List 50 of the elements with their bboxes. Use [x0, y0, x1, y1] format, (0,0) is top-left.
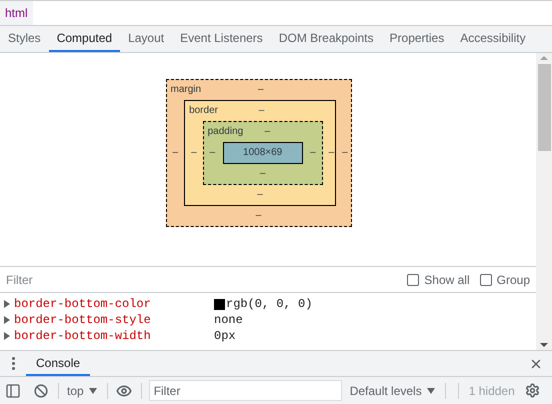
panel-tab[interactable]: Event Listeners	[172, 26, 271, 52]
checkbox-label: Show all	[424, 272, 470, 288]
content-size: 1008×69	[222, 142, 303, 164]
panel-tab[interactable]: Accessibility	[452, 26, 534, 52]
panel-tab[interactable]: Computed	[48, 26, 120, 52]
property-value: 0px	[214, 328, 236, 345]
color-swatch[interactable]	[214, 298, 225, 310]
property-name: border-bottom-style	[14, 312, 152, 329]
breadcrumb-item[interactable]: html	[0, 1, 33, 25]
box-value: –	[258, 168, 266, 178]
eye-icon[interactable]	[116, 382, 132, 398]
scrollbar-thumb[interactable]	[538, 64, 550, 151]
box-value: –	[341, 148, 349, 158]
box-value: –	[258, 106, 266, 116]
box-label: border	[188, 106, 218, 116]
context-dropdown[interactable]: top	[67, 382, 97, 400]
box-value: –	[172, 148, 180, 158]
box-value: –	[309, 148, 317, 158]
caret-icon	[426, 388, 435, 394]
property-name: border-bottom-color	[14, 296, 152, 313]
filter-checkbox[interactable]: Group	[480, 270, 530, 288]
panel-tab[interactable]: DOM Breakpoints	[270, 26, 382, 52]
settings-icon[interactable]	[524, 383, 540, 398]
checkbox-label: Group	[496, 272, 530, 288]
hidden-count: 1 hidden	[468, 382, 515, 400]
property-value: rgb(0, 0, 0)	[226, 296, 312, 313]
panel-tab[interactable]: Properties	[382, 26, 452, 52]
box-label: padding	[206, 126, 244, 136]
property-value: none	[214, 312, 243, 329]
box-label: margin	[170, 84, 202, 94]
box-value: –	[257, 84, 265, 94]
scrollbar[interactable]	[536, 53, 552, 350]
property-name: border-bottom-width	[14, 328, 152, 345]
box-value: –	[254, 210, 262, 220]
checkbox[interactable]	[407, 274, 420, 286]
filter-field[interactable]: Filter	[6, 270, 398, 288]
box-value: –	[264, 126, 272, 136]
box-value: –	[328, 148, 336, 158]
levels-dropdown[interactable]: Default levels	[350, 382, 435, 400]
checkbox[interactable]	[480, 274, 492, 286]
console-filter-field[interactable]: Filter	[148, 380, 342, 401]
sidebar-toggle-icon[interactable]	[5, 382, 21, 398]
box-value: –	[208, 148, 216, 158]
caret-icon	[88, 388, 97, 394]
box-value: –	[190, 148, 198, 158]
panel-tab[interactable]: Layout	[120, 26, 172, 52]
panel-tab[interactable]: Styles	[0, 26, 49, 52]
box-value: –	[256, 190, 264, 200]
clear-icon[interactable]	[34, 384, 48, 398]
filter-checkbox[interactable]: Show all	[407, 270, 470, 288]
